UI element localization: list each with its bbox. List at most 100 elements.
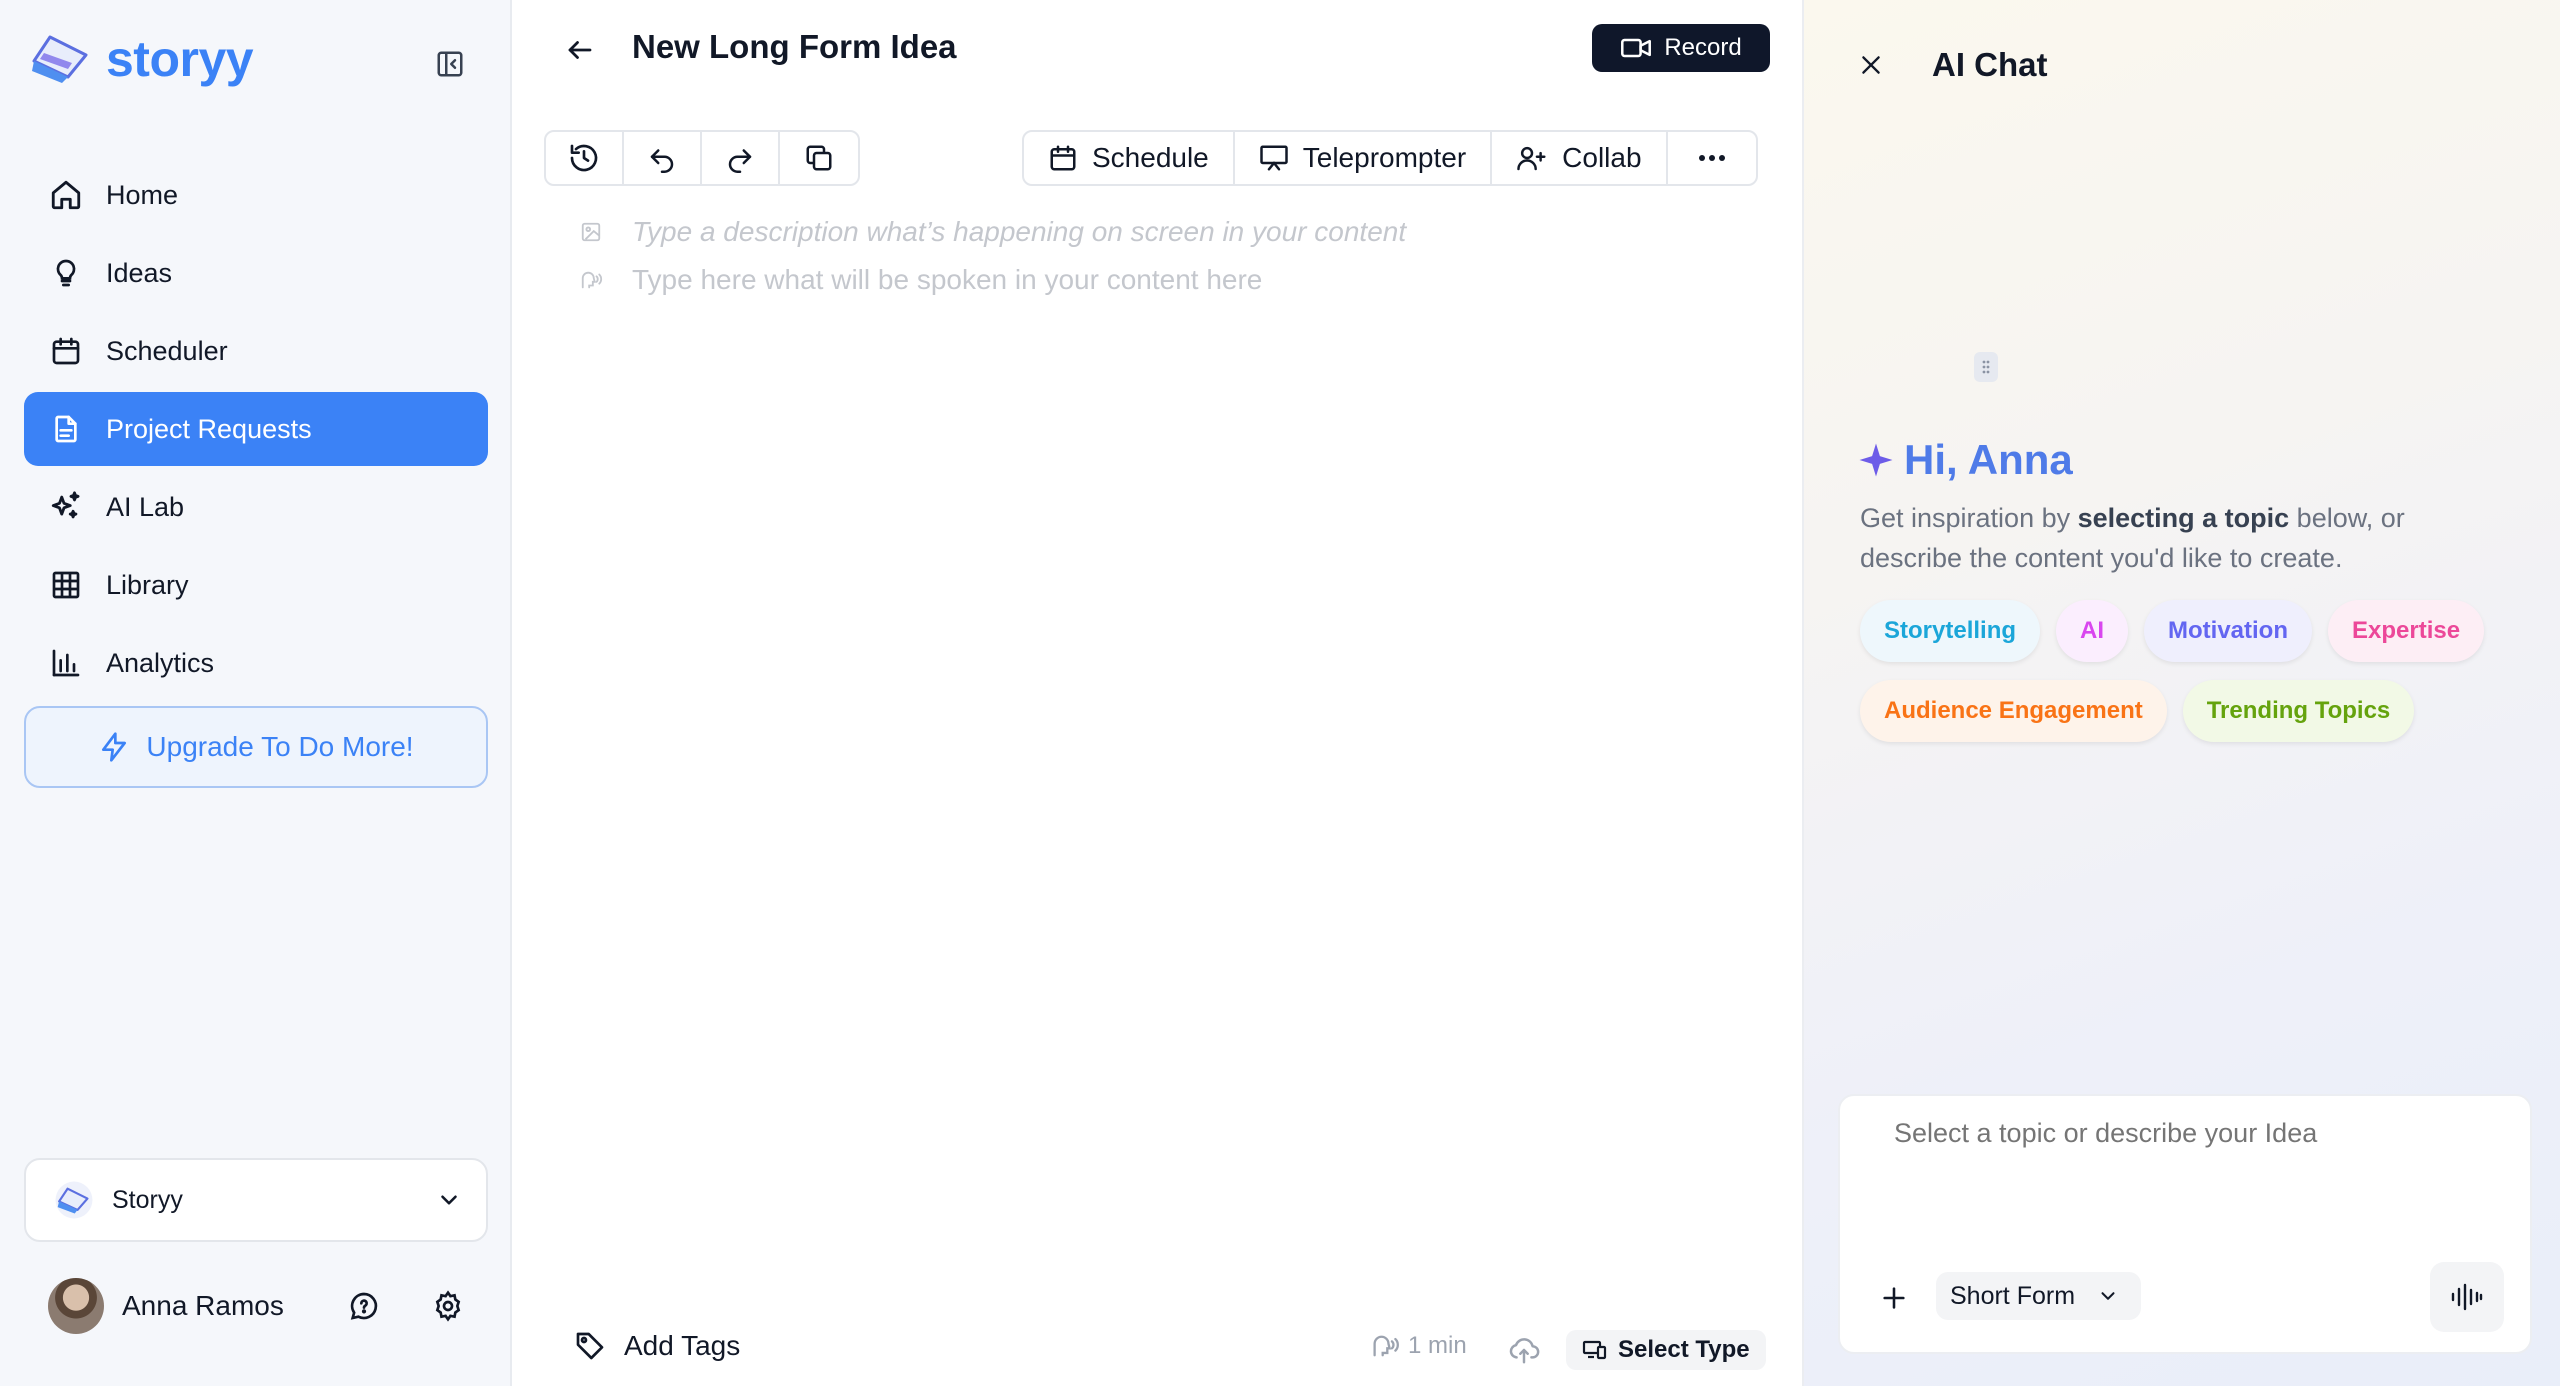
sidebar-item-label: AI Lab bbox=[106, 491, 185, 522]
topic-chip-storytelling[interactable]: Storytelling bbox=[1860, 600, 2041, 662]
sidebar-item-label: Ideas bbox=[106, 257, 173, 288]
speaking-head-icon bbox=[1370, 1332, 1400, 1360]
chevron-down-icon bbox=[2097, 1285, 2119, 1307]
help-chat-icon[interactable] bbox=[344, 1286, 384, 1326]
chat-composer: Short Form bbox=[1838, 1094, 2532, 1354]
spoken-line[interactable]: Type here what will be spoken in your co… bbox=[578, 264, 1262, 296]
teleprompter-label: Teleprompter bbox=[1302, 142, 1467, 173]
more-options-button[interactable] bbox=[1668, 132, 1756, 184]
user-name: Anna Ramos bbox=[122, 1290, 284, 1321]
undo-button[interactable] bbox=[624, 132, 702, 184]
format-value: Short Form bbox=[1950, 1281, 2076, 1310]
presentation-icon bbox=[1259, 143, 1289, 173]
greeting-text: Hi, Anna bbox=[1904, 436, 2073, 483]
sidebar-item-label: Library bbox=[106, 569, 189, 600]
collab-button[interactable]: Collab bbox=[1492, 132, 1668, 184]
storyy-logo-icon bbox=[30, 33, 92, 85]
sidebar-item-library[interactable]: Library bbox=[24, 548, 488, 622]
sidebar-item-scheduler[interactable]: Scheduler bbox=[24, 314, 488, 388]
action-toolbar: Schedule Teleprompter Collab bbox=[1022, 130, 1758, 186]
document-icon bbox=[48, 411, 84, 447]
schedule-button[interactable]: Schedule bbox=[1024, 132, 1235, 184]
avatar[interactable] bbox=[48, 1278, 104, 1334]
lightning-icon bbox=[98, 731, 130, 763]
chat-input[interactable] bbox=[1894, 1118, 2494, 1149]
chat-title: AI Chat bbox=[1932, 46, 2048, 83]
workspace-logo-icon bbox=[52, 1180, 96, 1220]
back-arrow-icon[interactable] bbox=[560, 30, 600, 70]
workspace-name: Storyy bbox=[112, 1185, 183, 1214]
copy-icon bbox=[804, 143, 834, 173]
upload-cloud-icon[interactable] bbox=[1504, 1330, 1544, 1370]
undo-icon bbox=[647, 143, 677, 173]
intro-emphasis: selecting a topic bbox=[2077, 503, 2290, 533]
video-camera-icon bbox=[1620, 35, 1652, 61]
duplicate-button[interactable] bbox=[780, 132, 858, 184]
format-select[interactable]: Short Form bbox=[1936, 1272, 2142, 1320]
plus-icon[interactable] bbox=[1874, 1278, 1914, 1318]
chevron-down-icon bbox=[436, 1187, 462, 1213]
editor: New Long Form Idea Record Schedule Telep… bbox=[514, 0, 1802, 1386]
add-tags-label: Add Tags bbox=[624, 1330, 741, 1361]
page-title: New Long Form Idea bbox=[632, 28, 957, 65]
history-icon bbox=[568, 142, 600, 174]
history-toolbar bbox=[544, 130, 860, 186]
sidebar-item-label: Analytics bbox=[106, 647, 215, 678]
select-type-label: Select Type bbox=[1618, 1336, 1750, 1363]
add-tags-button[interactable]: Add Tags bbox=[574, 1330, 740, 1362]
topic-chips: Storytelling AI Motivation Expertise Aud… bbox=[1860, 600, 2540, 742]
grid-icon bbox=[48, 567, 84, 603]
sparkle-icon bbox=[1858, 442, 1894, 478]
teleprompter-button[interactable]: Teleprompter bbox=[1235, 132, 1493, 184]
record-label: Record bbox=[1664, 34, 1742, 61]
topic-chip-trending-topics[interactable]: Trending Topics bbox=[2182, 680, 2415, 742]
ellipsis-icon bbox=[1698, 154, 1726, 162]
gear-icon[interactable] bbox=[428, 1286, 468, 1326]
brand-logo[interactable]: storyy bbox=[30, 30, 254, 88]
duration-indicator: 1 min bbox=[1370, 1332, 1467, 1360]
sidebar-item-project-requests[interactable]: Project Requests bbox=[24, 392, 488, 466]
topic-chip-audience-engagement[interactable]: Audience Engagement bbox=[1860, 680, 2167, 742]
user-row: Anna Ramos bbox=[48, 1278, 468, 1334]
description-line[interactable]: Type a description what’s happening on s… bbox=[578, 216, 1406, 248]
lightbulb-icon bbox=[48, 255, 84, 291]
ai-chat-panel: AI Chat Hi, Anna Get inspiration by sele… bbox=[1802, 0, 2560, 1386]
redo-icon bbox=[725, 143, 755, 173]
speaking-head-icon bbox=[578, 267, 604, 293]
sidebar-item-label: Scheduler bbox=[106, 335, 228, 366]
select-type-button[interactable]: Select Type bbox=[1566, 1330, 1766, 1370]
topic-chip-ai[interactable]: AI bbox=[2056, 600, 2129, 662]
upgrade-label: Upgrade To Do More! bbox=[146, 731, 414, 762]
spoken-placeholder: Type here what will be spoken in your co… bbox=[632, 264, 1263, 295]
redo-button[interactable] bbox=[702, 132, 780, 184]
sidebar-item-label: Home bbox=[106, 179, 179, 210]
waveform-icon bbox=[2450, 1282, 2484, 1312]
sidebar-item-home[interactable]: Home bbox=[24, 158, 488, 232]
collab-label: Collab bbox=[1562, 142, 1642, 173]
home-icon bbox=[48, 177, 84, 213]
topic-chip-motivation[interactable]: Motivation bbox=[2144, 600, 2313, 662]
sidebar-item-ideas[interactable]: Ideas bbox=[24, 236, 488, 310]
sidebar-item-label: Project Requests bbox=[106, 413, 312, 444]
upgrade-button[interactable]: Upgrade To Do More! bbox=[24, 706, 488, 788]
sidebar-item-analytics[interactable]: Analytics bbox=[24, 626, 488, 700]
sidebar-collapse-icon[interactable] bbox=[432, 46, 468, 82]
voice-input-button[interactable] bbox=[2430, 1262, 2504, 1332]
sidebar-item-ai-lab[interactable]: AI Lab bbox=[24, 470, 488, 544]
topic-chip-expertise[interactable]: Expertise bbox=[2328, 600, 2485, 662]
record-button[interactable]: Record bbox=[1592, 24, 1770, 72]
user-plus-icon bbox=[1516, 143, 1548, 173]
brand-name: storyy bbox=[106, 31, 254, 87]
chat-intro: Get inspiration by selecting a topic bel… bbox=[1860, 498, 2500, 578]
close-icon[interactable] bbox=[1854, 48, 1888, 82]
calendar-icon bbox=[1048, 143, 1078, 173]
intro-text: Get inspiration by bbox=[1860, 503, 2078, 533]
devices-icon bbox=[1582, 1338, 1608, 1362]
duration-label: 1 min bbox=[1408, 1332, 1467, 1359]
history-button[interactable] bbox=[546, 132, 624, 184]
tag-icon bbox=[574, 1330, 606, 1362]
sidebar: storyy Home Ideas Scheduler Project Requ… bbox=[0, 0, 512, 1386]
workspace-switcher[interactable]: Storyy bbox=[24, 1158, 488, 1242]
calendar-icon bbox=[48, 333, 84, 369]
drag-handle-icon[interactable] bbox=[1974, 352, 1998, 382]
